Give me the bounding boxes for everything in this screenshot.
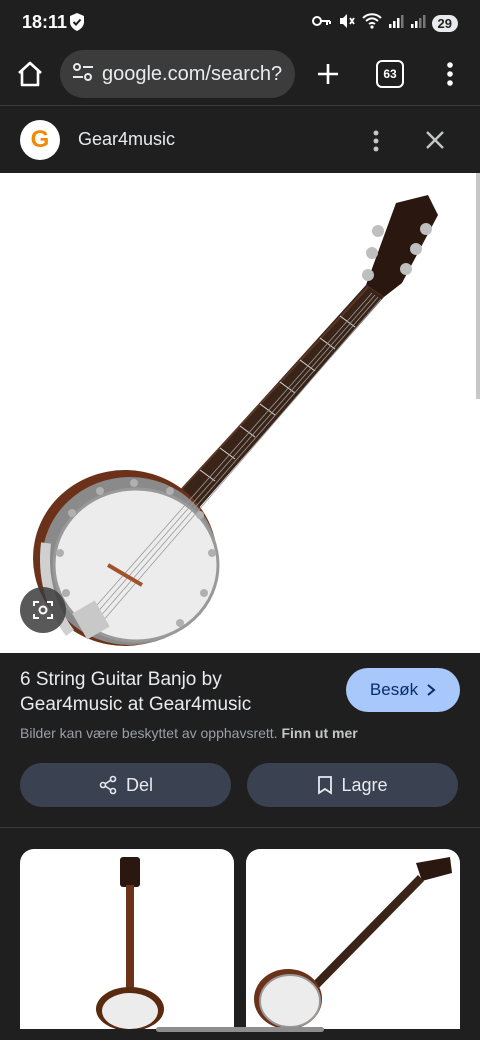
status-bar: 18:11 29 (0, 0, 480, 44)
lens-search-button[interactable] (20, 587, 66, 633)
menu-dots-icon (447, 62, 453, 86)
plus-icon (318, 64, 338, 84)
source-name[interactable]: Gear4music (78, 129, 175, 150)
banjo-thumbnail (254, 857, 452, 1029)
copyright-text: Bilder kan være beskyttet av opphavsrett… (20, 725, 278, 741)
chevron-right-icon (427, 684, 436, 696)
share-button[interactable]: Del (20, 763, 231, 807)
banjo-image (33, 195, 438, 646)
lens-icon (33, 601, 53, 619)
url-text: google.com/search? (102, 62, 283, 85)
more-vert-icon (373, 130, 379, 152)
preview-image[interactable] (0, 173, 480, 653)
signal-icon (410, 13, 426, 34)
source-more-button[interactable] (362, 125, 390, 157)
bookmark-icon (318, 776, 333, 795)
battery-icon: 29 (431, 15, 458, 32)
new-tab-button[interactable] (312, 58, 344, 90)
related-images (0, 829, 480, 1040)
banjo-thumbnail (96, 857, 164, 1029)
share-label: Del (125, 774, 153, 795)
related-image[interactable] (246, 849, 460, 1029)
copyright-notice: Bilder kan være beskyttet av opphavsrett… (20, 725, 358, 741)
close-icon (426, 131, 444, 149)
result-info: 6 String Guitar Banjo by Gear4music at G… (0, 653, 480, 828)
result-title[interactable]: 6 String Guitar Banjo by Gear4music at G… (20, 667, 320, 717)
related-image[interactable] (20, 849, 234, 1029)
mute-icon (338, 12, 356, 35)
tab-switcher-button[interactable]: 63 (376, 60, 404, 88)
save-label: Lagre (341, 774, 388, 795)
site-settings-icon[interactable] (72, 62, 94, 87)
visit-button[interactable]: Besøk (346, 668, 460, 712)
home-indicator[interactable] (156, 1027, 324, 1032)
home-icon (18, 61, 42, 87)
source-logo[interactable]: G (20, 120, 60, 160)
address-bar[interactable]: google.com/search? (60, 50, 295, 98)
vpn-shield-icon (68, 12, 86, 37)
status-time: 18:11 (22, 12, 68, 32)
save-button[interactable]: Lagre (247, 763, 458, 807)
status-icons: 29 (311, 12, 458, 35)
key-icon (311, 14, 332, 33)
share-icon (99, 775, 117, 795)
source-header: G Gear4music (0, 107, 480, 173)
browser-toolbar: google.com/search? 63 (0, 44, 480, 106)
browser-menu-button[interactable] (436, 58, 464, 90)
home-button[interactable] (14, 58, 46, 90)
wifi-icon (361, 13, 382, 34)
signal-icon (388, 13, 404, 34)
visit-label: Besøk (369, 680, 419, 699)
close-button[interactable] (420, 125, 450, 155)
learn-more-link[interactable]: Finn ut mer (281, 725, 357, 741)
scroll-indicator[interactable] (476, 173, 480, 399)
